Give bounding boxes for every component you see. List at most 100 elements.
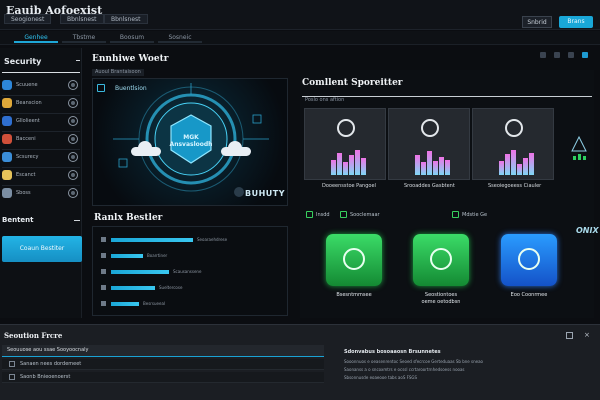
subnav-tab-3[interactable]: Boosum — [110, 33, 154, 43]
profile-icon[interactable] — [582, 52, 588, 58]
chart-bar — [445, 160, 450, 175]
progress-label: Besrsueeal — [143, 301, 166, 306]
cloud-icon — [131, 141, 161, 156]
radio-button[interactable] — [68, 134, 78, 144]
progress-row: Seoaraehdrese — [101, 237, 285, 243]
progress-row: Boarrtiner — [101, 253, 285, 259]
status-label: Insdd — [316, 212, 330, 218]
app-tile[interactable] — [501, 234, 557, 286]
chart-bar — [355, 150, 360, 175]
radio-button[interactable] — [68, 116, 78, 126]
radio-button[interactable] — [68, 80, 78, 90]
progress-row: Sueltercose — [101, 285, 285, 291]
check-icon — [306, 211, 313, 218]
chart-card[interactable] — [304, 108, 386, 180]
sidebar: Security Scuuene Beanscion Gllolieent Ba… — [0, 48, 82, 318]
top-tab-1[interactable]: Seogionest — [4, 14, 52, 24]
shield-text: MGK Ansvasloodh — [169, 134, 213, 148]
chart-bar — [433, 161, 438, 175]
globe-icon — [2, 116, 12, 126]
list-item[interactable]: Sanaen nees dordemeet — [2, 359, 324, 370]
window-controls — [540, 52, 588, 58]
chart-bar — [421, 162, 426, 175]
progress-row: Scausanssene — [101, 269, 285, 275]
status-label: Sooclemaar — [350, 212, 380, 218]
right-subtitle: Poslo ons aftion — [305, 97, 345, 103]
close-icon[interactable]: × — [584, 332, 591, 339]
folder-icon — [2, 170, 12, 180]
chart-bar — [517, 164, 522, 175]
top-tab-2[interactable]: Bbnlsnest — [60, 14, 104, 24]
settings-icon[interactable] — [568, 52, 574, 58]
status-label: Mdstie Ge — [462, 212, 488, 218]
chart-bar — [529, 153, 534, 175]
shield-icon — [2, 80, 12, 90]
subnav-tab-2[interactable]: Tbstme — [62, 33, 106, 43]
chart-bar — [343, 162, 348, 175]
list-item[interactable]: Saonb Bnieoenoerst — [2, 372, 324, 383]
sidebar-action-button[interactable]: Coaun Bestiter — [2, 236, 82, 262]
detail-heading: Sdonvabus bosoaaosn Brsunnetes — [344, 349, 441, 355]
chart-bar — [361, 158, 366, 175]
chart-bar — [337, 153, 342, 175]
chart-icon — [337, 119, 355, 137]
sidebar-collapse-icon[interactable] — [76, 60, 80, 61]
app-icon — [430, 248, 452, 270]
sidebar-item-5[interactable]: Scsurecy — [2, 151, 80, 165]
bullet-icon — [101, 301, 106, 306]
chart-card[interactable] — [472, 108, 554, 180]
detail-text: Sooonnuos e oeasenrentoc Seoed sfecrcoe … — [344, 359, 484, 364]
progress-row: Besrsueeal — [101, 301, 285, 307]
chart-caption: Dooeensstoe Pangoel — [322, 183, 376, 189]
chart-bar — [499, 161, 504, 175]
maximize-icon[interactable] — [554, 52, 560, 58]
bottom-title: Seoution Frcre — [4, 331, 63, 340]
key-icon — [2, 98, 12, 108]
hero-visual: Buentlsion MGK Ansvasloodh BUHUTY — [92, 78, 288, 206]
progress-bar — [111, 270, 169, 274]
sub-navigation: Genhee Tbstme Boosum Sosneic — [0, 31, 600, 45]
radio-button[interactable] — [68, 188, 78, 198]
status-indicator-icon — [571, 135, 587, 160]
chart-bar — [331, 160, 336, 175]
chart-bar — [439, 157, 444, 175]
bullet-icon — [101, 269, 106, 274]
app-tile[interactable] — [413, 234, 469, 286]
top-tab-3[interactable]: Bbnlsnest — [104, 14, 148, 24]
nix-brand: ONIX — [576, 226, 599, 235]
radio-button[interactable] — [68, 170, 78, 180]
brand-name: BUHUTY — [245, 189, 286, 198]
progress-bar — [111, 238, 193, 242]
sidebar-title: Security — [4, 57, 42, 66]
section-collapse-icon[interactable] — [74, 220, 80, 221]
sidebar-item-1[interactable]: Scuuene — [2, 79, 80, 93]
expand-icon[interactable] — [566, 332, 573, 339]
subnav-tab-1[interactable]: Genhee — [14, 33, 58, 43]
progress-label: Scausanssene — [173, 269, 202, 274]
check-icon — [340, 211, 347, 218]
sidebar-item-6[interactable]: Escanct — [2, 169, 80, 183]
list-item-label: Sanaen nees dordemeet — [20, 361, 82, 367]
sidebar-item-4[interactable]: Bacceni — [2, 133, 80, 147]
file-icon — [9, 374, 15, 380]
subnav-tab-4[interactable]: Sosneic — [158, 33, 202, 43]
app-tile[interactable] — [326, 234, 382, 286]
sidebar-item-2[interactable]: Beanscion — [2, 97, 80, 111]
detail-text: Saonanss a o sncoxmtrs e ocssl ccrtaroor… — [344, 367, 465, 372]
right-title: Comllent Sporeitter — [302, 78, 403, 88]
primary-button[interactable]: Brans — [559, 16, 593, 28]
radio-button[interactable] — [68, 98, 78, 108]
chart-caption: Srooaddes Gasbtent — [404, 183, 455, 189]
grid-icon — [2, 188, 12, 198]
radio-button[interactable] — [68, 152, 78, 162]
sidebar-item-3[interactable]: Gllolieent — [2, 115, 80, 129]
list-item-label: Saonb Bnieoenoerst — [20, 374, 71, 380]
secondary-button[interactable]: Snbrid — [522, 16, 552, 28]
sidebar-item-7[interactable]: Sboss — [2, 187, 80, 201]
progress-label: Seoaraehdrese — [197, 237, 228, 242]
check-icon — [452, 211, 459, 218]
chart-card[interactable] — [388, 108, 470, 180]
alert-icon — [2, 134, 12, 144]
app-icon — [518, 248, 540, 270]
minimize-icon[interactable] — [540, 52, 546, 58]
